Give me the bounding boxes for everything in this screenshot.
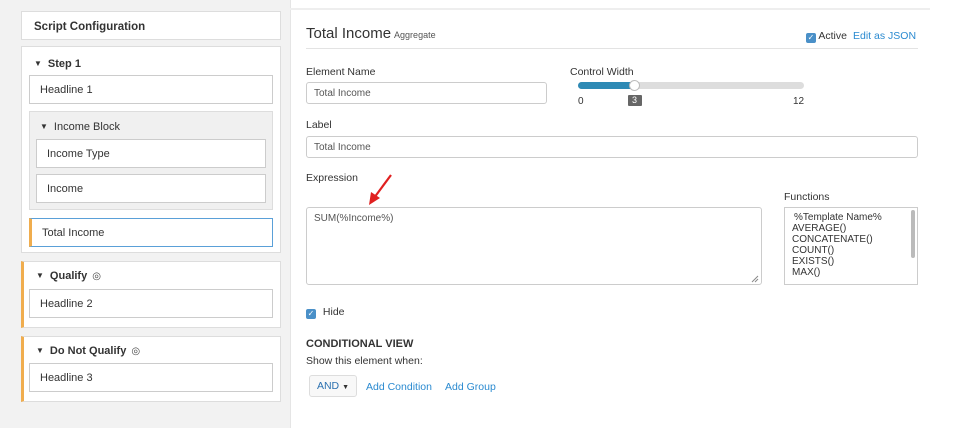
element-type: Aggregate — [394, 30, 436, 40]
function-item[interactable]: CONCATENATE() — [792, 234, 910, 245]
element-headline-3[interactable]: Headline 3 — [29, 363, 273, 392]
slider-min-label: 0 — [578, 96, 584, 107]
resize-handle-icon[interactable] — [751, 275, 759, 283]
slider-max-label: 12 — [793, 96, 805, 107]
control-width-value-tooltip: 3 — [627, 95, 642, 106]
title-divider — [306, 48, 918, 49]
control-width-slider-handle[interactable] — [628, 80, 640, 91]
triangle-down-icon[interactable]: ▼ — [36, 271, 44, 280]
caret-down-icon: ▼ — [342, 384, 350, 391]
expression-textarea[interactable]: SUM(%Income%) — [306, 207, 762, 285]
top-divider — [290, 8, 930, 10]
active-toggle[interactable]: ✓ Active — [806, 30, 847, 43]
triangle-down-icon[interactable]: ▼ — [34, 59, 42, 68]
expression-label: Expression — [306, 172, 358, 184]
conditional-view-heading: CONDITIONAL VIEW — [306, 338, 414, 350]
functions-list[interactable]: %Template Name% AVERAGE() CONCATENATE() … — [784, 207, 918, 285]
function-item[interactable]: COUNT() — [792, 245, 910, 256]
conditional-view-subtitle: Show this element when: — [306, 355, 423, 367]
checkbox-checked-icon[interactable]: ✓ — [306, 309, 316, 319]
edit-as-json-link[interactable]: Edit as JSON — [853, 30, 916, 42]
function-item[interactable]: EXISTS() — [792, 256, 910, 267]
functions-label: Functions — [784, 191, 830, 203]
hide-checkbox[interactable]: ✓ Hide — [306, 306, 345, 319]
step-1-title[interactable]: ▼ Step 1 — [22, 47, 280, 70]
function-item[interactable]: MAX() — [792, 267, 910, 278]
eye-icon[interactable]: ◎ — [92, 271, 101, 282]
panel-separator — [290, 0, 291, 428]
add-condition-link[interactable]: Add Condition — [366, 381, 432, 393]
element-name-label: Element Name — [306, 66, 376, 78]
label-field-label: Label — [306, 119, 332, 131]
do-not-qualify-title[interactable]: ▼ Do Not Qualify ◎ — [24, 337, 280, 357]
control-width-slider-fill — [578, 82, 635, 89]
label-input[interactable]: Total Income — [306, 136, 918, 158]
element-headline-2[interactable]: Headline 2 — [29, 289, 273, 318]
sidebar-header-label: Script Configuration — [34, 21, 146, 33]
element-name-input[interactable]: Total Income — [306, 82, 547, 104]
functions-scrollbar[interactable] — [911, 210, 915, 258]
element-headline-1[interactable]: Headline 1 — [29, 75, 273, 104]
control-width-label: Control Width — [570, 66, 634, 78]
triangle-down-icon[interactable]: ▼ — [36, 346, 44, 355]
page-title: Total Income Aggregate — [306, 25, 436, 42]
and-dropdown-button[interactable]: AND ▼ — [309, 375, 357, 397]
function-item[interactable]: %Template Name% — [792, 212, 910, 223]
element-income[interactable]: Income — [36, 174, 266, 203]
function-item[interactable]: AVERAGE() — [792, 223, 910, 234]
triangle-down-icon[interactable]: ▼ — [40, 122, 48, 131]
checkbox-checked-icon[interactable]: ✓ — [806, 33, 816, 43]
script-configuration-header: Script Configuration — [21, 11, 281, 40]
red-arrow-icon — [369, 174, 392, 205]
income-block-title[interactable]: ▼ Income Block — [30, 112, 272, 142]
element-total-income-selected[interactable]: Total Income — [29, 218, 273, 247]
element-income-type[interactable]: Income Type — [36, 139, 266, 168]
add-group-link[interactable]: Add Group — [445, 381, 496, 393]
eye-icon[interactable]: ◎ — [131, 346, 140, 357]
qualify-title[interactable]: ▼ Qualify ◎ — [24, 262, 280, 282]
